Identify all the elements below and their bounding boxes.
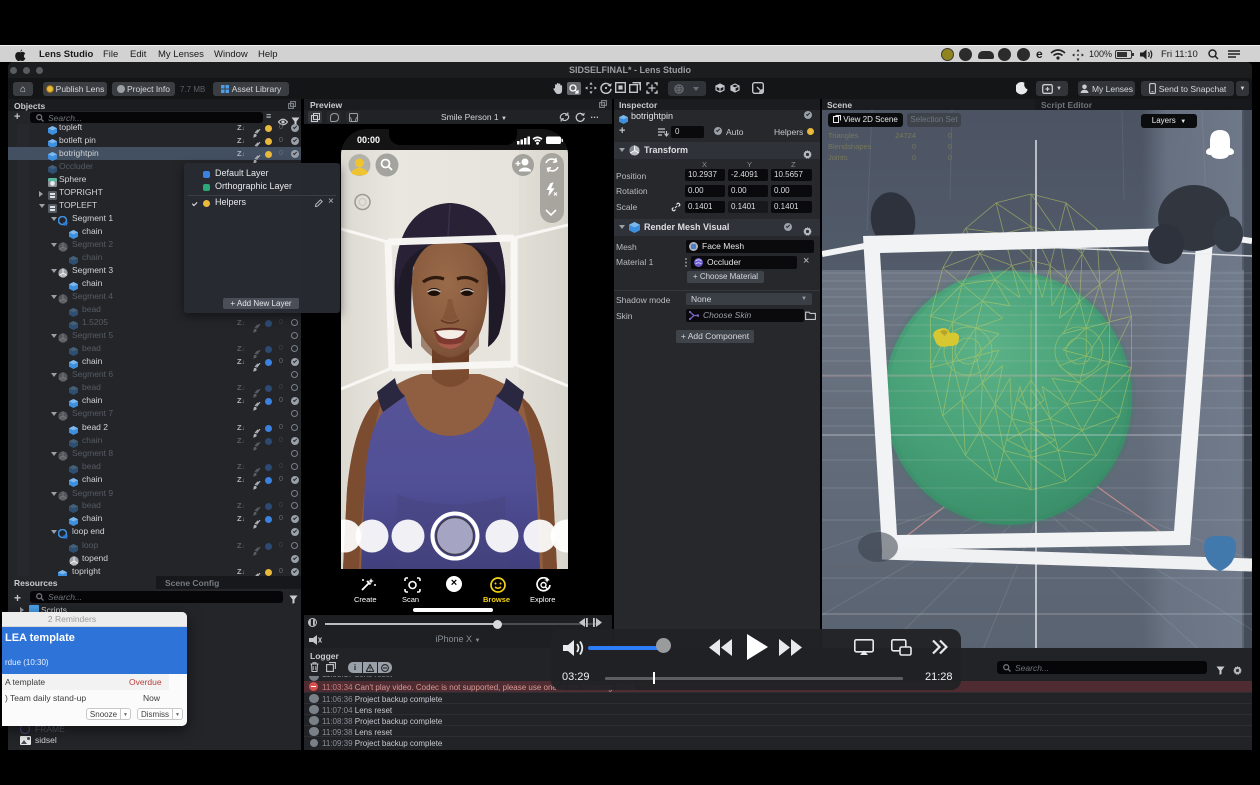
svg-text:Triangles: Triangles bbox=[828, 131, 859, 140]
svg-text:0: 0 bbox=[912, 153, 916, 162]
svg-text:Blendshapes: Blendshapes bbox=[828, 142, 872, 151]
svg-text:0: 0 bbox=[948, 131, 952, 140]
svg-text:Joints: Joints bbox=[828, 153, 848, 162]
svg-text:0: 0 bbox=[948, 142, 952, 151]
svg-text:0: 0 bbox=[948, 153, 952, 162]
svg-text:24724: 24724 bbox=[895, 131, 916, 140]
svg-text:0: 0 bbox=[912, 142, 916, 151]
